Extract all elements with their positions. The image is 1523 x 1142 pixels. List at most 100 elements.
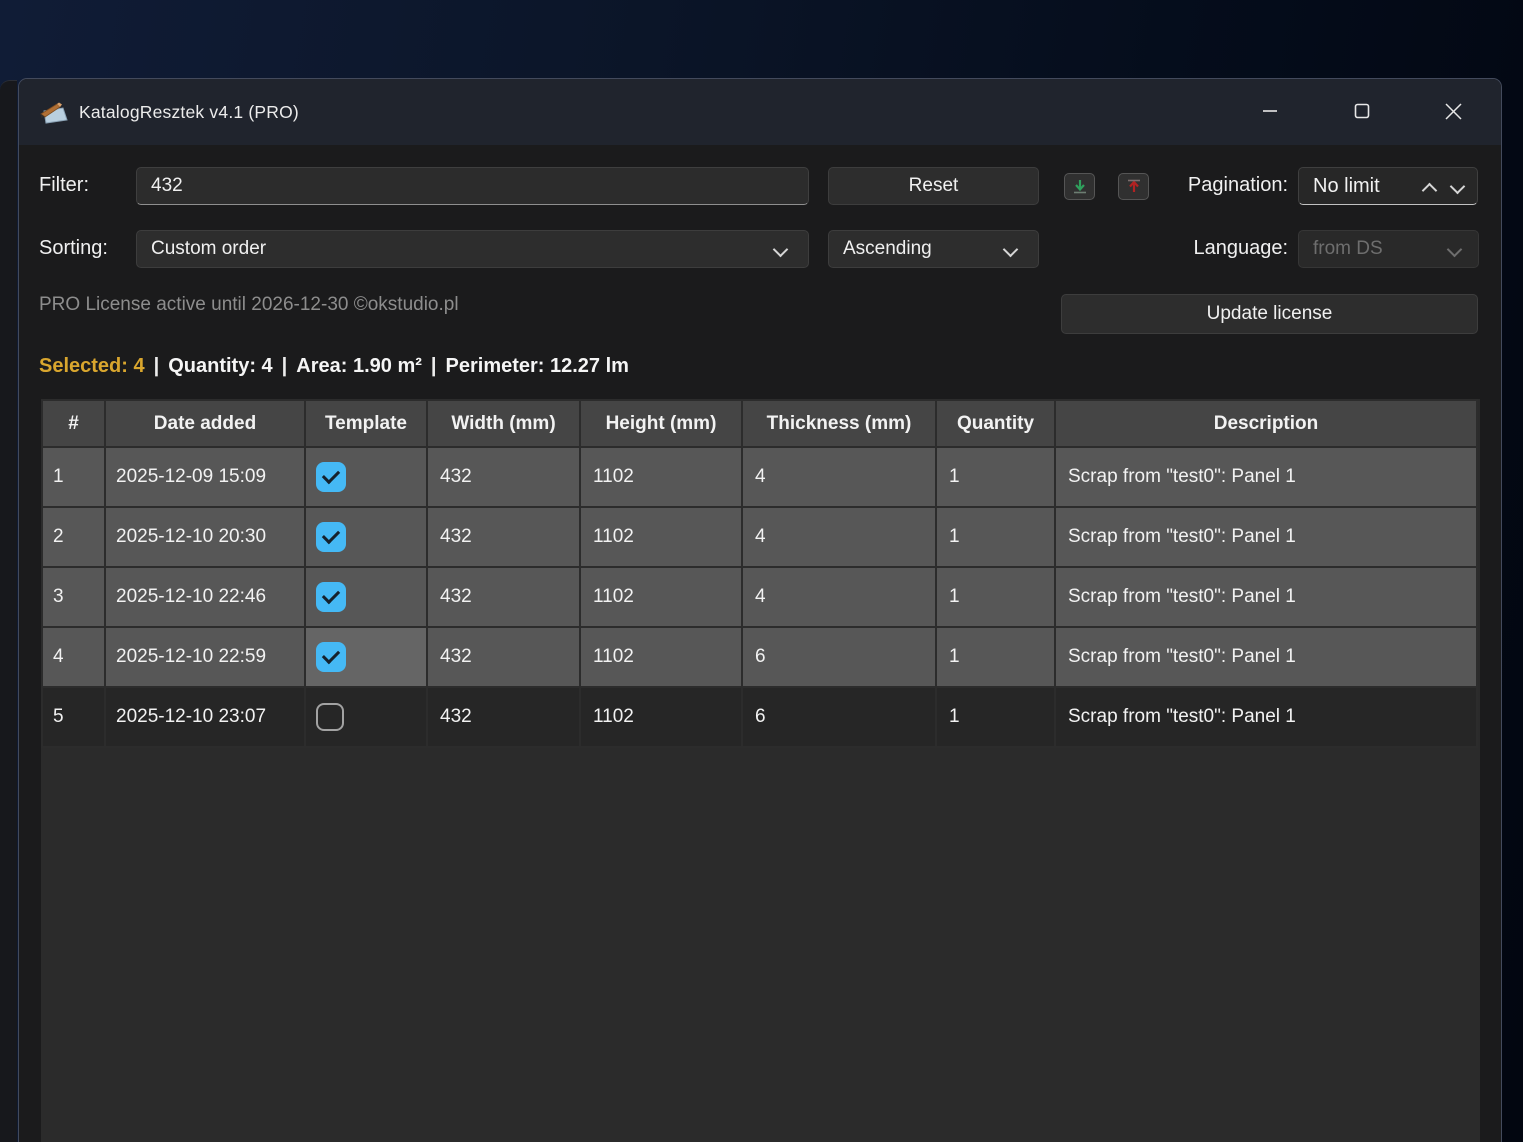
sorting-combobox[interactable]: Custom order — [136, 230, 809, 268]
column-header-4[interactable]: Height (mm) — [581, 399, 743, 448]
width-cell[interactable]: 432 — [428, 688, 581, 748]
filter-input-value: 432 — [151, 175, 183, 197]
row-index-cell[interactable]: 4 — [41, 628, 106, 688]
date-added-cell[interactable]: 2025-12-10 20:30 — [106, 508, 306, 568]
row-index-cell[interactable]: 2 — [41, 508, 106, 568]
table-row[interactable]: 52025-12-10 23:07 432110261Scrap from "te… — [41, 688, 1480, 748]
row-index-cell[interactable]: 1 — [41, 448, 106, 508]
column-header-5[interactable]: Thickness (mm) — [743, 399, 937, 448]
description-cell[interactable]: Scrap from "test0": Panel 1 — [1056, 568, 1478, 628]
minimize-icon — [1262, 103, 1278, 119]
update-license-button[interactable]: Update license — [1061, 294, 1478, 334]
thickness-cell[interactable]: 4 — [743, 508, 937, 568]
column-header-0[interactable]: # — [41, 399, 106, 448]
quantity-cell[interactable]: 1 — [937, 628, 1056, 688]
background-window-edge — [0, 80, 17, 1142]
thickness-cell[interactable]: 4 — [743, 568, 937, 628]
summary-segment-2: Perimeter: 12.27 lm — [446, 355, 629, 377]
height-cell[interactable]: 1102 — [581, 448, 743, 508]
thickness-cell[interactable]: 6 — [743, 628, 937, 688]
direction-combobox[interactable]: Ascending — [828, 230, 1039, 268]
row-index-cell[interactable]: 5 — [41, 688, 106, 748]
maximize-button[interactable] — [1338, 93, 1385, 129]
import-button[interactable] — [1064, 173, 1095, 200]
pagination-value: No limit — [1313, 175, 1380, 198]
window-title: KatalogResztek v4.1 (PRO) — [79, 102, 299, 123]
table-row[interactable]: 22025-12-10 20:30 432110241Scrap from "te… — [41, 508, 1480, 568]
description-cell[interactable]: Scrap from "test0": Panel 1 — [1056, 688, 1478, 748]
column-header-2[interactable]: Template — [306, 399, 428, 448]
language-combobox: from DS — [1298, 230, 1479, 268]
height-cell[interactable]: 1102 — [581, 628, 743, 688]
row-index-cell[interactable]: 3 — [41, 568, 106, 628]
thickness-cell[interactable]: 6 — [743, 688, 937, 748]
summary-line: Selected: 4|Quantity: 4|Area: 1.90 m²|Pe… — [39, 355, 629, 378]
summary-separator: | — [154, 355, 160, 377]
quantity-cell[interactable]: 1 — [937, 688, 1056, 748]
filter-label: Filter: — [39, 165, 89, 205]
table-body: 12025-12-09 15:09432110241Scrap from "te… — [41, 448, 1480, 748]
height-cell[interactable]: 1102 — [581, 568, 743, 628]
template-checkbox[interactable] — [316, 462, 346, 492]
date-added-cell[interactable]: 2025-12-10 22:46 — [106, 568, 306, 628]
filter-input[interactable]: 432 — [136, 167, 809, 205]
height-cell[interactable]: 1102 — [581, 688, 743, 748]
license-status-text: PRO License active until 2026-12-30 ©oks… — [39, 291, 459, 319]
language-value: from DS — [1313, 238, 1383, 260]
chevron-down-icon — [1003, 242, 1019, 258]
pagination-spinbox[interactable]: No limit — [1298, 167, 1478, 205]
width-cell[interactable]: 432 — [428, 568, 581, 628]
template-checkbox[interactable] — [316, 522, 346, 552]
quantity-cell[interactable]: 1 — [937, 448, 1056, 508]
pagination-label: Pagination: — [1151, 165, 1288, 205]
sorting-label: Sorting: — [39, 228, 108, 268]
template-cell[interactable] — [306, 688, 428, 748]
description-cell[interactable]: Scrap from "test0": Panel 1 — [1056, 508, 1478, 568]
table-row[interactable]: 12025-12-09 15:09432110241Scrap from "te… — [41, 448, 1480, 508]
close-button[interactable] — [1430, 93, 1477, 129]
spin-down-icon[interactable] — [1450, 179, 1466, 195]
summary-segment-0: Quantity: 4 — [168, 355, 272, 377]
date-added-cell[interactable]: 2025-12-09 15:09 — [106, 448, 306, 508]
minimize-button[interactable] — [1246, 93, 1293, 129]
template-cell[interactable] — [306, 448, 428, 508]
red-arrow-up-icon — [1126, 179, 1142, 195]
thickness-cell[interactable]: 4 — [743, 448, 937, 508]
template-cell[interactable] — [306, 628, 428, 688]
chevron-down-icon — [773, 242, 789, 258]
template-cell[interactable] — [306, 508, 428, 568]
window-controls — [1201, 93, 1477, 129]
width-cell[interactable]: 432 — [428, 628, 581, 688]
height-cell[interactable]: 1102 — [581, 508, 743, 568]
template-checkbox[interactable] — [316, 703, 344, 731]
reset-button-label: Reset — [909, 175, 959, 197]
spin-up-icon[interactable] — [1422, 183, 1438, 199]
direction-value: Ascending — [843, 238, 932, 260]
table-row[interactable]: 42025-12-10 22:59 432110261Scrap from "te… — [41, 628, 1480, 688]
app-window: KatalogResztek v4.1 (PRO) Filter: 432 Re… — [18, 78, 1502, 1142]
template-checkbox[interactable] — [316, 642, 346, 672]
column-header-6[interactable]: Quantity — [937, 399, 1056, 448]
export-button[interactable] — [1118, 173, 1149, 200]
template-checkbox[interactable] — [316, 582, 346, 612]
language-label: Language: — [1151, 228, 1288, 268]
chevron-down-icon — [1447, 242, 1463, 258]
width-cell[interactable]: 432 — [428, 508, 581, 568]
reset-button[interactable]: Reset — [828, 167, 1039, 205]
column-header-1[interactable]: Date added — [106, 399, 306, 448]
description-cell[interactable]: Scrap from "test0": Panel 1 — [1056, 448, 1478, 508]
scraps-table[interactable]: #Date addedTemplateWidth (mm)Height (mm)… — [41, 399, 1480, 1142]
quantity-cell[interactable]: 1 — [937, 508, 1056, 568]
date-added-cell[interactable]: 2025-12-10 22:59 — [106, 628, 306, 688]
column-header-7[interactable]: Description — [1056, 399, 1478, 448]
table-row[interactable]: 32025-12-10 22:46 432110241Scrap from "te… — [41, 568, 1480, 628]
summary-separator: | — [282, 355, 288, 377]
update-license-label: Update license — [1207, 303, 1333, 325]
template-cell[interactable] — [306, 568, 428, 628]
date-added-cell[interactable]: 2025-12-10 23:07 — [106, 688, 306, 748]
column-header-3[interactable]: Width (mm) — [428, 399, 581, 448]
width-cell[interactable]: 432 — [428, 448, 581, 508]
description-cell[interactable]: Scrap from "test0": Panel 1 — [1056, 628, 1478, 688]
table-header-row: #Date addedTemplateWidth (mm)Height (mm)… — [41, 399, 1480, 448]
quantity-cell[interactable]: 1 — [937, 568, 1056, 628]
